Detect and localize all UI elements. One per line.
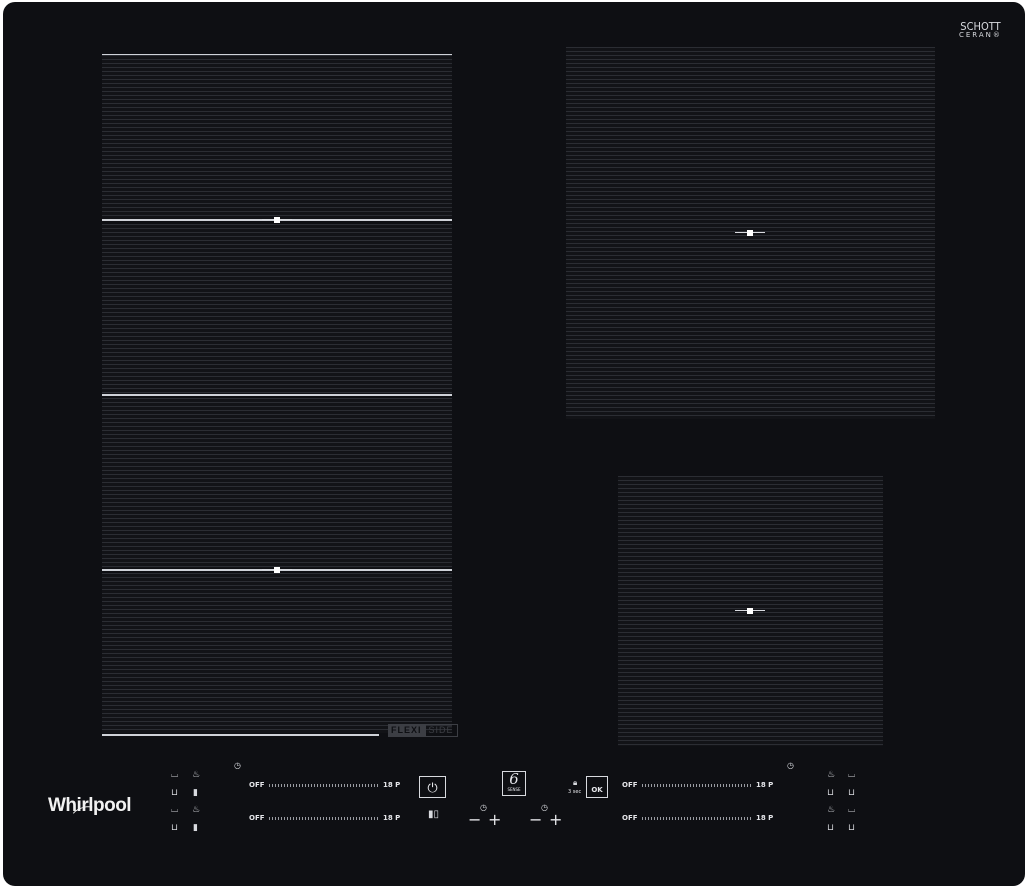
- pot-steam-icon[interactable]: ♨: [827, 770, 835, 780]
- timer-minus-button[interactable]: −: [529, 812, 542, 828]
- timer-plus-button[interactable]: +: [488, 812, 501, 828]
- sixth-sense-icon: 6: [509, 770, 519, 788]
- slider-track[interactable]: [642, 817, 752, 820]
- pot-icon[interactable]: ⌴: [171, 805, 178, 815]
- zone-center-marker: [735, 607, 765, 615]
- cooktop-glass: SCHOTT CERAN® FLEXI SIDE Whirlpool ⌴ ♨ ⊔…: [3, 2, 1025, 886]
- sense-label: SENSE: [507, 787, 521, 792]
- ceran-text: CERAN®: [959, 31, 1002, 39]
- flexi-zone-left-4[interactable]: [102, 573, 452, 733]
- timer-plus-button[interactable]: +: [549, 812, 562, 828]
- slider-off-label: OFF: [622, 781, 638, 789]
- ok-button[interactable]: OK: [586, 776, 608, 798]
- lock-icon: 🔒︎: [573, 778, 578, 787]
- pot-icon[interactable]: ⊔: [827, 788, 834, 798]
- bridge-icon[interactable]: ▮▯: [428, 810, 439, 820]
- slider-track[interactable]: [269, 817, 379, 820]
- slider-max-label: 18 P: [756, 814, 774, 822]
- schott-text: SCHOTT: [960, 20, 1001, 33]
- ok-label: OK: [591, 786, 603, 794]
- slider-off-label: OFF: [622, 814, 638, 822]
- lock-hint: 3 sec: [568, 789, 582, 795]
- pot-icon[interactable]: ⊔: [848, 788, 855, 798]
- pot-icon[interactable]: ⊔: [827, 823, 834, 833]
- pot-icon[interactable]: ⌴: [848, 805, 855, 815]
- power-button[interactable]: ⏻: [419, 776, 446, 798]
- pot-icon[interactable]: ⊔: [848, 823, 855, 833]
- slider-max-label: 18 P: [383, 781, 401, 789]
- flexi-zone-left-3[interactable]: [102, 398, 452, 568]
- bottle-icon[interactable]: ▮: [193, 788, 198, 798]
- sixth-sense-button[interactable]: 6 SENSE: [502, 771, 526, 796]
- slider-off-label: OFF: [249, 814, 265, 822]
- timer-icon[interactable]: ◷: [787, 761, 794, 771]
- flexi-zone-left-2[interactable]: [102, 224, 452, 394]
- bottle-icon[interactable]: ▮: [193, 823, 198, 833]
- flexi-side-badge: FLEXI SIDE: [388, 724, 458, 737]
- pot-steam-icon[interactable]: ♨: [827, 805, 835, 815]
- zone-center-marker: [735, 229, 765, 237]
- slider-track[interactable]: [642, 784, 752, 787]
- timer-icon[interactable]: ◷: [234, 761, 241, 771]
- timer-minus-button[interactable]: −: [468, 812, 481, 828]
- zone-center-marker: [262, 216, 292, 224]
- zone-center-marker: [262, 566, 292, 574]
- pot-icon[interactable]: ⌴: [848, 770, 855, 780]
- slider-max-label: 18 P: [756, 781, 774, 789]
- power-slider-left-top[interactable]: OFF 18 P: [249, 779, 401, 791]
- pot-steam-icon[interactable]: ♨: [192, 770, 200, 780]
- slider-track[interactable]: [269, 784, 379, 787]
- power-slider-left-bottom[interactable]: OFF 18 P: [249, 812, 401, 824]
- power-icon: ⏻: [427, 781, 438, 796]
- flexi-label: FLEXI: [388, 724, 425, 737]
- flexi-zone-left-1[interactable]: [102, 54, 452, 220]
- pot-icon[interactable]: ⊔: [171, 788, 178, 798]
- power-slider-right-bottom[interactable]: OFF 18 P: [622, 812, 774, 824]
- schott-ceran-logo: SCHOTT CERAN®: [959, 20, 1002, 40]
- slider-off-label: OFF: [249, 781, 265, 789]
- flexi-zone-divider: [102, 734, 379, 736]
- slider-max-label: 18 P: [383, 814, 401, 822]
- pot-steam-icon[interactable]: ♨: [192, 805, 200, 815]
- power-slider-right-top[interactable]: OFF 18 P: [622, 779, 774, 791]
- pot-icon[interactable]: ⌴: [171, 770, 178, 780]
- pot-icon[interactable]: ⊔: [171, 823, 178, 833]
- side-label: SIDE: [424, 724, 458, 737]
- flexi-zone-divider: [102, 394, 452, 396]
